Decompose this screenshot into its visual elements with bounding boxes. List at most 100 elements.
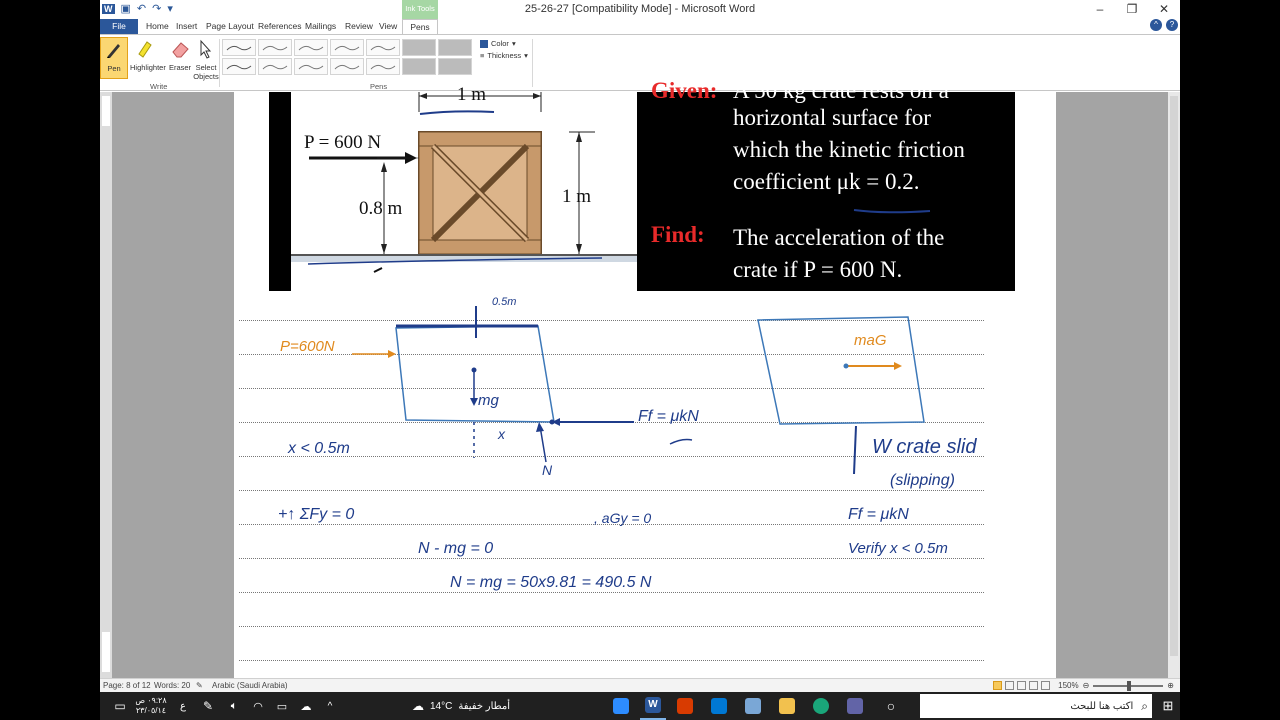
taskbar-app-word[interactable]: W	[640, 692, 666, 720]
clock[interactable]: ٠٩:٢٨ ص ٢٣/٠٥/١٤	[130, 692, 172, 720]
taskbar-app-edge[interactable]	[808, 692, 834, 720]
pen-style-swatch[interactable]	[294, 58, 328, 75]
tab-insert[interactable]: Insert	[172, 19, 201, 34]
color-button[interactable]: Color ▾	[480, 39, 516, 48]
vertical-scrollbar[interactable]	[1168, 92, 1180, 678]
tab-review[interactable]: Review	[341, 19, 377, 34]
ink-weight: mg	[478, 392, 499, 409]
tab-page-layout[interactable]: Page Layout	[202, 19, 258, 34]
zoom-control: 150% ⊖ ⊕	[1058, 680, 1174, 691]
zoom-level[interactable]: 150%	[1058, 681, 1078, 690]
pen-icon	[107, 44, 120, 58]
pen-style-swatch[interactable]	[258, 39, 292, 56]
pen-style-swatch[interactable]	[366, 39, 400, 56]
minimize-button[interactable]: –	[1084, 0, 1116, 18]
search-placeholder: اكتب هنا للبحث	[1070, 700, 1134, 712]
network-icon[interactable]: ◠	[248, 692, 268, 720]
task-view-icon[interactable]: ○	[878, 692, 904, 720]
pen-style-swatch[interactable]	[294, 39, 328, 56]
proofing-icon[interactable]: ✎	[196, 681, 203, 690]
pens-gallery	[222, 39, 472, 75]
zoom-slider[interactable]	[1093, 680, 1164, 691]
print-layout-icon[interactable]	[993, 681, 1002, 690]
tab-home[interactable]: Home	[142, 19, 173, 34]
restore-button[interactable]: ❐	[1116, 0, 1148, 18]
tab-view[interactable]: View	[375, 19, 401, 34]
pen-style-swatch[interactable]	[258, 58, 292, 75]
search-box[interactable]: اكتب هنا للبحث ⌕	[920, 694, 1152, 718]
highlighter-icon	[138, 41, 152, 58]
zoom-out-icon[interactable]: ⊖	[1083, 681, 1090, 690]
highlighter-style-swatch[interactable]	[402, 39, 436, 56]
ink-slipping: (slipping)	[890, 472, 955, 489]
battery-icon[interactable]: ▭	[272, 692, 292, 720]
help-icon[interactable]: ?	[1166, 19, 1178, 31]
volume-icon[interactable]: 🔈︎	[224, 692, 244, 720]
taskbar-app-zoom[interactable]	[608, 692, 634, 720]
ink-ff2: Ff = μkN	[848, 506, 909, 523]
highlighter-style-swatch[interactable]	[438, 58, 472, 75]
zoom-slider-knob[interactable]	[1127, 680, 1132, 691]
pen-style-swatch[interactable]	[222, 39, 256, 56]
draft-icon[interactable]	[1041, 681, 1050, 690]
tab-file[interactable]: File	[100, 19, 138, 34]
scrollbar-thumb[interactable]	[1170, 96, 1178, 656]
document-page[interactable]: 1 m P = 600 N 0.8 m 1 m Given: A 50 kg c…	[234, 78, 1056, 678]
web-layout-icon[interactable]	[1017, 681, 1026, 690]
pen-style-swatch[interactable]	[330, 58, 364, 75]
zoom-app-icon	[613, 698, 629, 714]
minimize-ribbon-icon[interactable]: ^	[1150, 19, 1162, 31]
word-window: W ▣ ↶ ↷ ▾ 25-26-27 [Compatibility Mode] …	[100, 0, 1180, 692]
ruler-strip	[102, 96, 110, 126]
weather-desc: أمطار خفيفة	[458, 700, 510, 712]
close-button[interactable]: ✕	[1148, 0, 1180, 18]
taskbar-app-store[interactable]	[740, 692, 766, 720]
eraser-button[interactable]: Eraser	[166, 37, 194, 79]
word-count[interactable]: Words: 20	[154, 681, 190, 690]
taskbar-app-teams[interactable]	[842, 692, 868, 720]
tab-mailings[interactable]: Mailings	[301, 19, 340, 34]
ribbon-tabs: Ink Tools File Home Insert Page Layout R…	[100, 0, 1180, 34]
thickness-icon: ≡	[480, 51, 485, 60]
group-separator	[532, 39, 533, 87]
ink-condition: x < 0.5m	[288, 440, 350, 457]
highlighter-style-swatch[interactable]	[438, 39, 472, 56]
notifications-icon[interactable]: ▭	[108, 692, 132, 720]
thickness-button[interactable]: ≡ Thickness ▾	[480, 51, 528, 60]
ink-x-label: x	[498, 426, 505, 442]
ink-n-eq2: N = mg = 50x9.81 = 490.5 N	[450, 574, 652, 591]
show-hidden-icons[interactable]: ^	[320, 692, 340, 720]
start-button[interactable]: ⊞	[1156, 692, 1180, 720]
taskbar-app-explorer[interactable]	[774, 692, 800, 720]
select-objects-button[interactable]: Select Objects	[192, 37, 220, 81]
outline-icon[interactable]	[1029, 681, 1038, 690]
taskbar-app-office[interactable]	[672, 692, 698, 720]
tab-pens[interactable]: Pens	[402, 19, 438, 34]
weather-cloud-icon: ☁	[411, 699, 424, 713]
pen-button[interactable]: Pen	[100, 37, 128, 79]
tab-references[interactable]: References	[254, 19, 305, 34]
taskbar-app-mail[interactable]	[706, 692, 732, 720]
ink-friction-eq: Ff = μkN	[638, 408, 699, 425]
weather-temp: 14°C	[429, 700, 453, 712]
highlighter-style-swatch[interactable]	[402, 58, 436, 75]
language-indicator[interactable]: Arabic (Saudi Arabia)	[212, 681, 288, 690]
zoom-in-icon[interactable]: ⊕	[1167, 681, 1174, 690]
word-app-icon: W	[645, 697, 661, 713]
full-screen-reading-icon[interactable]	[1005, 681, 1014, 690]
page-count[interactable]: Page: 8 of 12	[103, 681, 151, 690]
pen-style-swatch[interactable]	[222, 58, 256, 75]
highlighter-button[interactable]: Highlighter	[130, 37, 166, 79]
pen-style-swatch[interactable]	[330, 39, 364, 56]
onedrive-icon[interactable]: ☁	[296, 692, 316, 720]
windows-logo-icon: ⊞	[1162, 698, 1174, 713]
office-app-icon	[677, 698, 693, 714]
input-language[interactable]: ع	[176, 692, 190, 720]
weather-widget[interactable]: ☁ 14°C أمطار خفيفة	[406, 692, 516, 720]
pen-menu-icon[interactable]: ✎	[198, 692, 218, 720]
ink-crate-slid: W crate slid	[872, 436, 977, 458]
pen-style-swatch[interactable]	[366, 58, 400, 75]
select-objects-icon	[200, 39, 212, 59]
windows-taskbar: ▭ ٠٩:٢٨ ص ٢٣/٠٥/١٤ ع ✎ 🔈︎ ◠ ▭ ☁ ^ ☁ 14°C …	[100, 692, 1180, 720]
vertical-ruler	[100, 92, 112, 678]
